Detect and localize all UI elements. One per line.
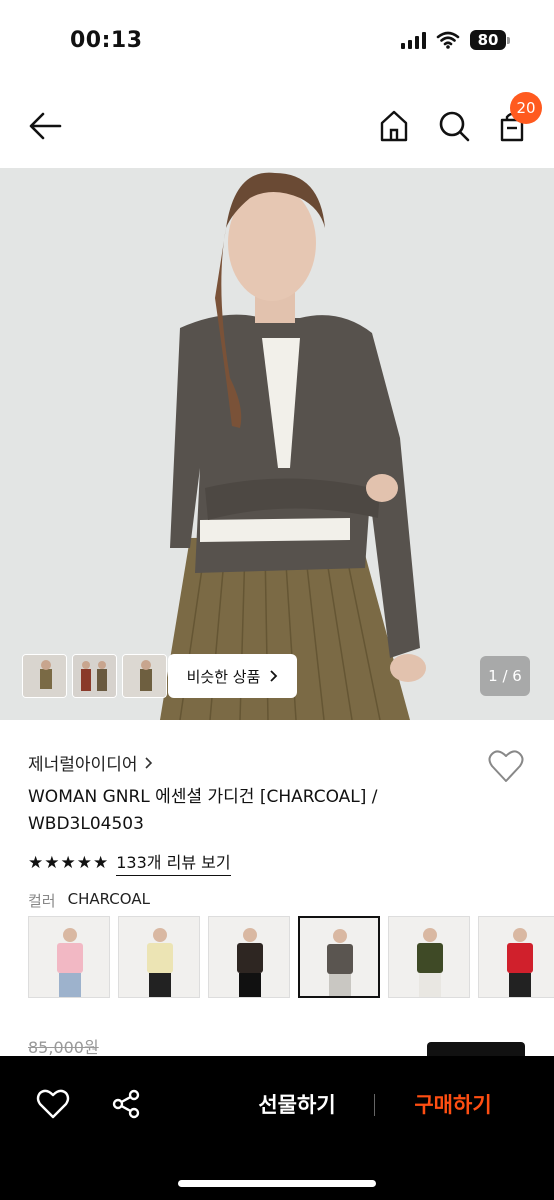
divider — [374, 1094, 375, 1116]
model-photo — [0, 168, 554, 720]
brand-link[interactable]: 제너럴아이디어 — [28, 750, 153, 775]
home-icon[interactable] — [376, 108, 412, 144]
buy-button[interactable]: 구매하기 — [396, 1086, 510, 1122]
star-icon: ★ — [60, 852, 76, 873]
color-option-charcoal[interactable] — [298, 916, 380, 998]
home-indicator — [178, 1180, 376, 1187]
color-option-pink[interactable] — [28, 916, 110, 998]
search-icon[interactable] — [436, 108, 472, 144]
gift-button[interactable]: 선물하기 — [240, 1086, 354, 1122]
original-price: 85,000원 — [28, 1038, 99, 1057]
heart-icon[interactable] — [36, 1088, 70, 1120]
color-option-cream[interactable] — [118, 916, 200, 998]
review-link[interactable]: 133개 리뷰 보기 — [116, 849, 231, 876]
status-bar: 00:13 80 — [0, 0, 554, 84]
wishlist-heart-icon[interactable] — [487, 748, 525, 784]
rating-row: ★ ★ ★ ★ ★ 133개 리뷰 보기 — [28, 849, 231, 876]
color-option-black[interactable] — [208, 916, 290, 998]
battery-level: 80 — [470, 30, 506, 50]
status-time: 00:13 — [70, 28, 143, 53]
color-option-red[interactable] — [478, 916, 554, 998]
thumbnail-2[interactable] — [72, 654, 117, 698]
bottom-action-bar: 선물하기 구매하기 — [0, 1056, 554, 1200]
similar-products-label: 비슷한 상품 — [186, 667, 261, 686]
thumbnail-1[interactable] — [22, 654, 67, 698]
color-value: CHARCOAL — [67, 890, 150, 908]
star-icon: ★ — [93, 852, 109, 873]
color-label: 컬러 — [28, 892, 56, 910]
cart-count-badge: 20 — [510, 92, 542, 124]
color-option-khaki[interactable] — [388, 916, 470, 998]
image-page-indicator: 1 / 6 — [480, 656, 530, 696]
star-icon: ★ — [44, 852, 60, 873]
product-image[interactable]: 비슷한 상품 1 / 6 — [0, 168, 554, 720]
image-thumbnails — [22, 654, 167, 698]
share-icon[interactable] — [110, 1088, 142, 1120]
nav-bar: 20 — [0, 84, 554, 168]
signal-icon — [401, 31, 426, 49]
star-icon: ★ — [28, 852, 44, 873]
color-row: 컬러 CHARCOAL — [28, 890, 150, 911]
similar-products-button[interactable]: 비슷한 상품 — [168, 654, 297, 698]
brand-name: 제너럴아이디어 — [28, 755, 138, 775]
thumbnail-3[interactable] — [122, 654, 167, 698]
battery-icon: 80 — [470, 30, 510, 50]
status-icons: 80 — [401, 30, 510, 50]
star-icon: ★ — [76, 852, 92, 873]
wifi-icon — [436, 31, 460, 49]
back-arrow-icon[interactable] — [26, 108, 66, 144]
product-name: WOMAN GNRL 에센셜 가디건 [CHARCOAL] / WBD3L045… — [28, 787, 378, 834]
chevron-right-icon — [145, 756, 153, 769]
chevron-right-icon — [270, 670, 278, 682]
color-options — [28, 916, 554, 1000]
star-rating: ★ ★ ★ ★ ★ — [28, 853, 108, 873]
